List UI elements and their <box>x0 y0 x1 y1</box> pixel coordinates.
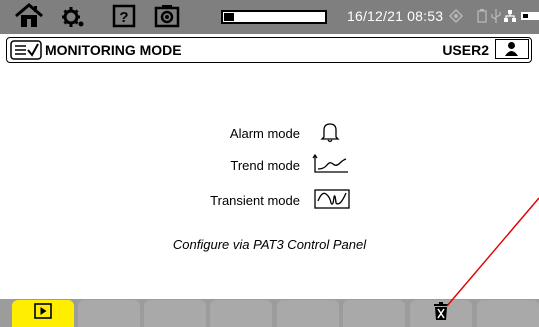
progress-bar-fill <box>224 13 235 21</box>
softkey-bar <box>0 299 539 327</box>
play-icon <box>34 303 52 324</box>
network-icon <box>503 3 517 29</box>
trash-icon <box>433 301 449 326</box>
usb-icon <box>490 3 502 29</box>
trend-mode-row: Trend mode <box>200 153 350 178</box>
transient-waveform-icon <box>314 189 350 212</box>
settings-gear-icon[interactable] <box>62 3 86 29</box>
softkey-5[interactable] <box>277 300 339 327</box>
page-title: MONITORING MODE <box>45 42 182 58</box>
progress-bar <box>221 10 327 24</box>
help-icon[interactable]: ? <box>112 3 136 29</box>
softkey-delete[interactable] <box>410 300 472 327</box>
monitoring-checklist-icon <box>10 40 42 65</box>
configure-note: Configure via PAT3 Control Panel <box>172 237 367 252</box>
transient-mode-label: Transient mode <box>210 193 300 208</box>
trend-mode-label: Trend mode <box>230 158 300 173</box>
softkey-play[interactable] <box>12 300 74 327</box>
svg-text:?: ? <box>119 9 128 26</box>
softkey-3[interactable] <box>144 300 206 327</box>
user-icon[interactable] <box>495 39 529 59</box>
mode-header: MONITORING MODE USER2 <box>6 37 532 63</box>
gps-icon <box>448 3 464 29</box>
softkey-4[interactable] <box>210 300 272 327</box>
alarm-bell-icon <box>320 121 340 146</box>
camera-icon[interactable] <box>154 3 180 29</box>
transient-mode-row: Transient mode <box>200 189 350 212</box>
softkey-6[interactable] <box>343 300 405 327</box>
datetime: 16/12/21 08:53 <box>347 8 444 24</box>
power-indicator-icon <box>520 3 539 29</box>
softkey-8[interactable] <box>477 300 539 327</box>
softkey-2[interactable] <box>78 300 140 327</box>
user-name: USER2 <box>442 42 489 58</box>
home-icon[interactable] <box>14 3 44 29</box>
status-bar: ? 16/12/21 08:53 <box>0 0 539 34</box>
alarm-mode-label: Alarm mode <box>229 126 300 141</box>
alarm-mode-row: Alarm mode <box>200 121 340 146</box>
battery-icon <box>476 3 488 29</box>
trend-graph-icon <box>312 153 350 178</box>
